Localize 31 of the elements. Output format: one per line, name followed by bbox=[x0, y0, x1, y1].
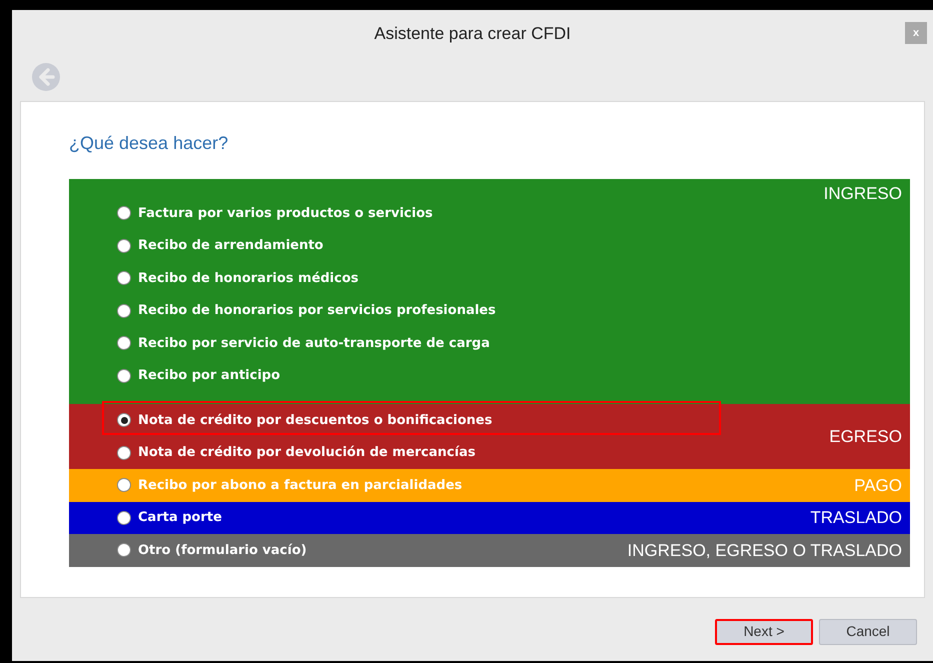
radio-button[interactable] bbox=[117, 413, 131, 428]
category-label: EGRESO bbox=[829, 426, 902, 448]
radio-button[interactable] bbox=[117, 510, 131, 525]
radio-button[interactable] bbox=[117, 206, 131, 220]
close-button[interactable]: x bbox=[905, 22, 927, 44]
category-label: INGRESO, EGRESO O TRASLADO bbox=[627, 540, 902, 562]
option-label[interactable]: Nota de crédito por descuentos o bonificaciones bbox=[138, 410, 492, 430]
question-heading: ¿Qué desea hacer? bbox=[69, 133, 228, 153]
radio-button[interactable] bbox=[117, 271, 131, 286]
option-label[interactable]: Recibo por anticipo bbox=[138, 366, 280, 386]
radio-button[interactable] bbox=[117, 336, 131, 350]
option-label[interactable]: Otro (formulario vacío) bbox=[138, 540, 307, 560]
category-label: TRASLADO bbox=[810, 507, 902, 529]
radio-button[interactable] bbox=[117, 543, 131, 558]
option-label[interactable]: Recibo de arrendamiento bbox=[138, 236, 324, 256]
option-label[interactable]: Carta porte bbox=[138, 508, 222, 528]
next-button[interactable]: Next > bbox=[715, 618, 813, 644]
option-label[interactable]: Recibo de honorarios médicos bbox=[138, 268, 359, 288]
category-label: INGRESO bbox=[824, 183, 902, 205]
option-label[interactable]: Nota de crédito por devolución de mercancías bbox=[138, 443, 476, 462]
radio-button[interactable] bbox=[117, 238, 131, 253]
category-label: PAGO bbox=[854, 474, 902, 496]
radio-button[interactable] bbox=[117, 446, 131, 460]
radio-button[interactable] bbox=[117, 304, 131, 318]
cancel-button[interactable]: Cancel bbox=[819, 618, 917, 644]
window-title: Asistente para crear CFDI bbox=[374, 23, 571, 46]
radio-button[interactable] bbox=[117, 368, 131, 383]
option-label[interactable]: Factura por varios productos o servicios bbox=[138, 204, 433, 223]
radio-button[interactable] bbox=[117, 478, 131, 492]
option-label[interactable]: Recibo por servicio de auto-transporte de carga bbox=[138, 334, 490, 353]
option-label[interactable]: Recibo de honorarios por servicios profesionales bbox=[138, 301, 496, 320]
